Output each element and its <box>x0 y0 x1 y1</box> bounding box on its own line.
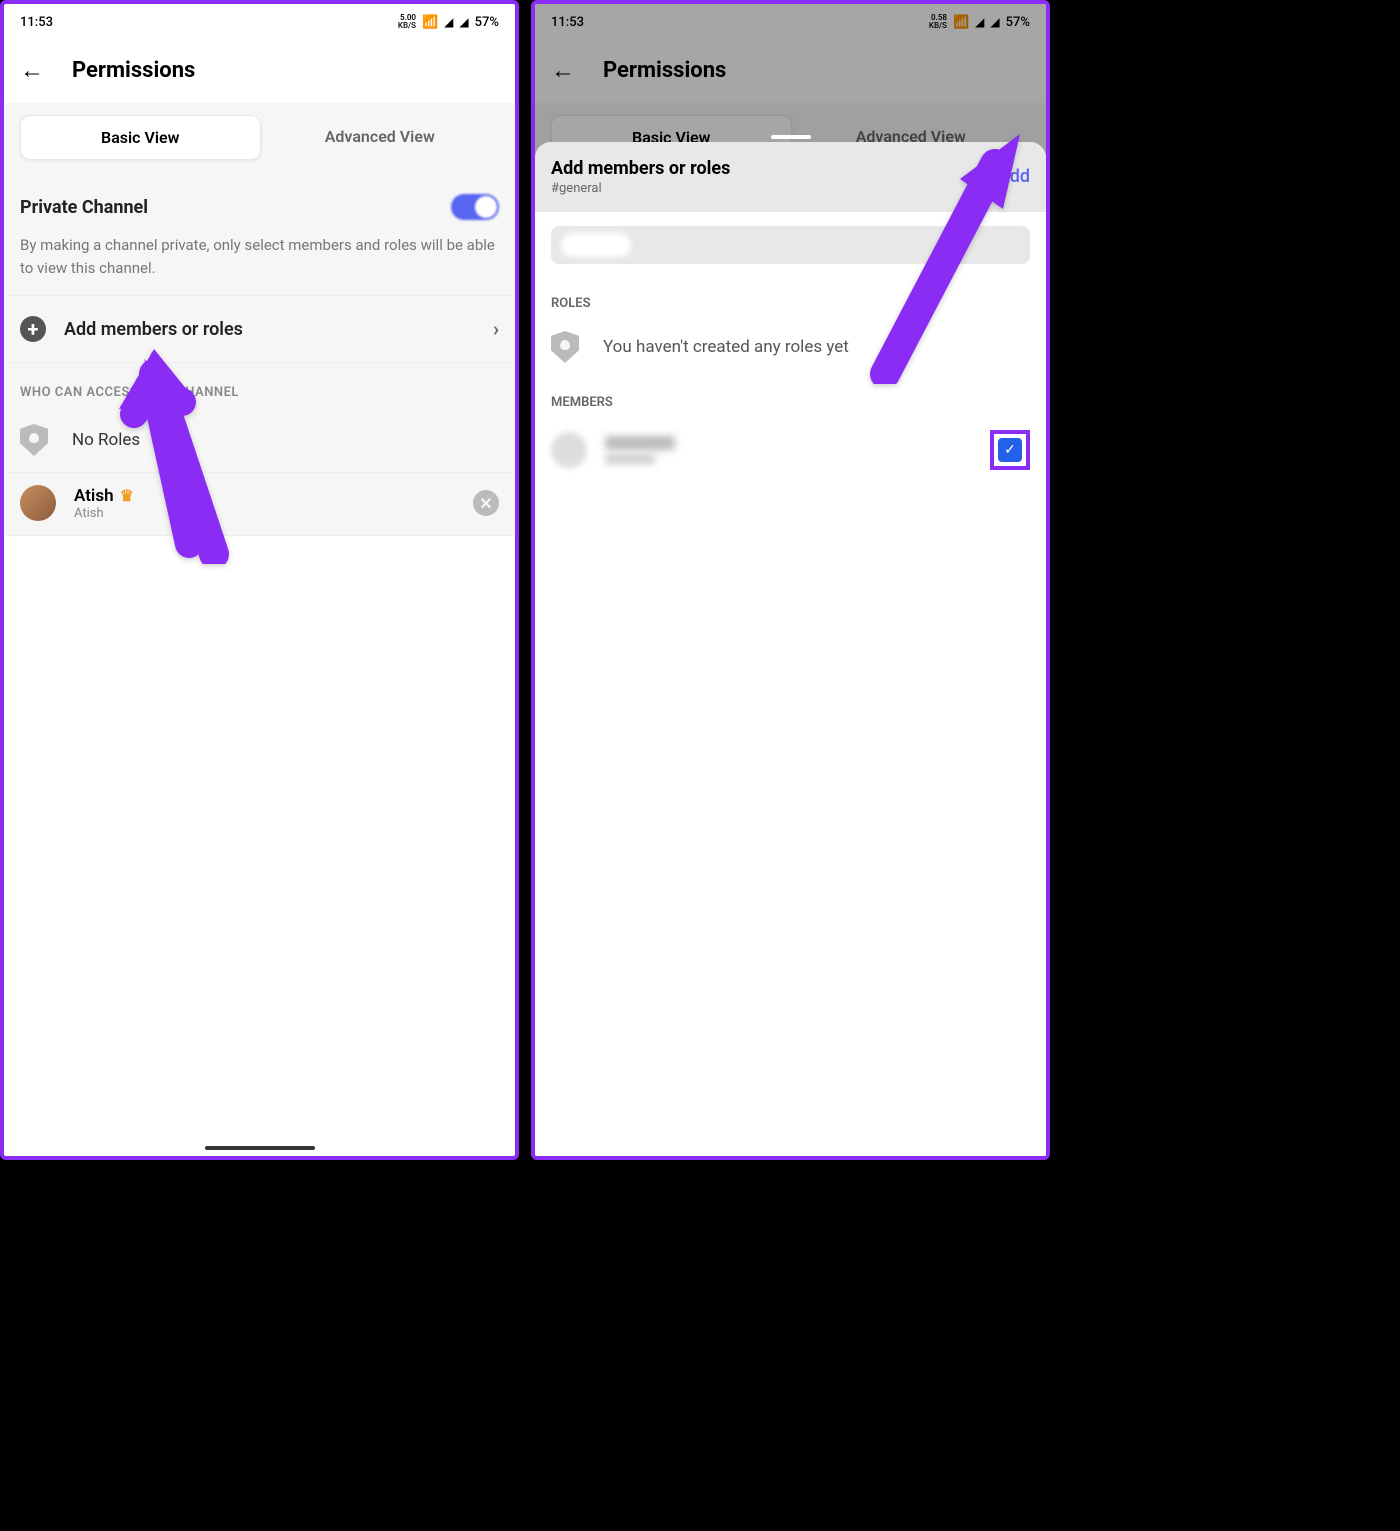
sheet-drag-handle[interactable] <box>771 135 811 139</box>
screenshot-left: 11:53 5.00KB/S 📶 ◢ ◢ 57% ← Permissions B… <box>0 0 519 1160</box>
wifi-icon: 📶 <box>422 15 438 30</box>
member-row[interactable]: Atish♛ Atish ✕ <box>4 473 515 536</box>
avatar <box>20 485 56 521</box>
private-channel-desc: By making a channel private, only select… <box>20 234 499 279</box>
status-indicators: 5.00KB/S 📶 ◢ ◢ 57% <box>398 14 499 30</box>
roles-empty-text: You haven't created any roles yet <box>603 337 849 357</box>
header: ← Permissions <box>4 40 515 103</box>
who-can-access-label: WHO CAN ACCESS THIS CHANNEL <box>4 363 515 408</box>
tab-basic-view[interactable]: Basic View <box>20 115 261 160</box>
back-icon[interactable]: ← <box>20 56 44 85</box>
member-checkbox[interactable]: ✓ <box>998 438 1022 462</box>
add-label: Add members or roles <box>64 319 493 340</box>
header: ← Permissions <box>535 40 1046 103</box>
status-bar: 11:53 5.00KB/S 📶 ◢ ◢ 57% <box>4 4 515 40</box>
shield-icon <box>551 331 579 363</box>
remove-member-button[interactable]: ✕ <box>473 490 499 516</box>
signal-icon: ◢ <box>459 15 468 29</box>
member-name: Atish <box>74 486 114 506</box>
battery-percent: 57% <box>475 15 499 30</box>
search-chip <box>561 233 631 257</box>
no-roles-row[interactable]: No Roles <box>4 408 515 473</box>
view-tabs: Basic View Advanced View <box>4 103 515 178</box>
add-button[interactable]: Add <box>998 158 1030 187</box>
signal-icon: ◢ <box>444 15 453 29</box>
checkbox-highlight: ✓ <box>990 430 1030 470</box>
add-members-or-roles-row[interactable]: + Add members or roles › <box>4 295 515 363</box>
home-indicator <box>205 1146 315 1150</box>
sheet-channel: #general <box>551 181 730 196</box>
no-roles-label: No Roles <box>72 430 140 450</box>
chevron-right-icon: › <box>493 317 499 341</box>
status-indicators: 0.58KB/S 📶 ◢ ◢ 57% <box>929 14 1030 30</box>
avatar <box>551 432 587 468</box>
member-row[interactable]: ✓ <box>535 416 1046 484</box>
signal-icon: ◢ <box>975 15 984 29</box>
status-time: 11:53 <box>551 15 584 30</box>
status-time: 11:53 <box>20 15 53 30</box>
plus-icon: + <box>20 316 46 342</box>
page-title: Permissions <box>72 58 195 83</box>
roles-empty-row: You haven't created any roles yet <box>535 317 1046 377</box>
shield-icon <box>20 424 48 456</box>
status-bar: 11:53 0.58KB/S 📶 ◢ ◢ 57% <box>535 4 1046 40</box>
crown-icon: ♛ <box>120 486 134 505</box>
wifi-icon: 📶 <box>953 15 969 30</box>
back-icon[interactable]: ← <box>551 56 575 85</box>
bottom-sheet: Add members or roles #general Add ROLES … <box>535 142 1046 1156</box>
battery-percent: 57% <box>1006 15 1030 30</box>
search-input[interactable] <box>551 226 1030 264</box>
private-channel-toggle[interactable] <box>451 194 499 220</box>
roles-label: ROLES <box>535 278 1046 317</box>
page-title: Permissions <box>603 58 726 83</box>
private-channel-label: Private Channel <box>20 197 148 218</box>
screenshot-right: 11:53 0.58KB/S 📶 ◢ ◢ 57% ← Permissions B… <box>531 0 1050 1160</box>
sheet-title: Add members or roles <box>551 158 730 179</box>
member-subtitle: Atish <box>74 506 455 521</box>
tab-advanced-view[interactable]: Advanced View <box>261 115 500 160</box>
members-label: MEMBERS <box>535 377 1046 416</box>
member-name-redacted <box>605 436 675 450</box>
member-sub-redacted <box>605 454 655 464</box>
signal-icon: ◢ <box>990 15 999 29</box>
